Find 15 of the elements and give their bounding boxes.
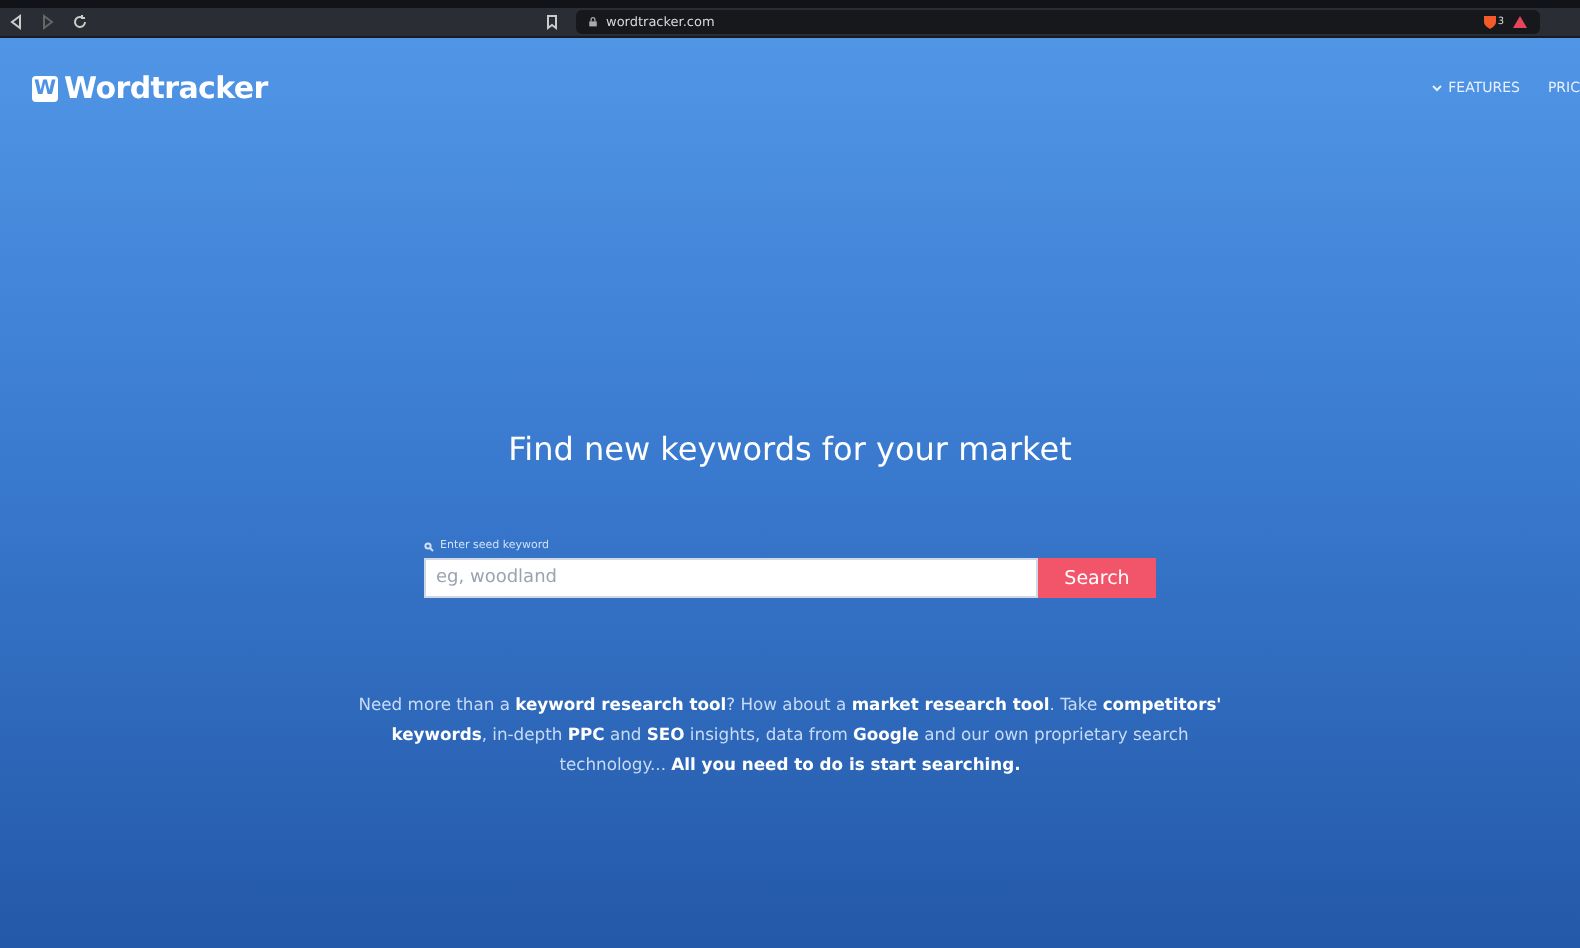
keyword-input[interactable]: eg, woodland bbox=[424, 558, 1038, 598]
shield-icon[interactable] bbox=[1481, 14, 1498, 30]
search-icon bbox=[424, 541, 434, 551]
lock-icon bbox=[588, 16, 598, 28]
forward-icon[interactable] bbox=[40, 14, 56, 30]
reload-icon[interactable] bbox=[72, 14, 88, 30]
hero-title: Find new keywords for your market bbox=[508, 430, 1072, 468]
back-icon[interactable] bbox=[8, 14, 24, 30]
logo-text[interactable]: Wordtracker bbox=[64, 70, 268, 106]
search-button[interactable]: Search bbox=[1038, 558, 1156, 598]
bookmark-icon[interactable] bbox=[544, 14, 560, 30]
chevron-icon bbox=[1432, 84, 1443, 92]
description-text: Need more than a keyword research tool? How about a market research tool. Take competitors' keywords, in-depth PPC and SEO insights, data from Google and our own proprietary search technology... All you need to do is start searching. bbox=[356, 692, 1224, 778]
logo-mark[interactable]: W bbox=[32, 75, 58, 101]
triangle-icon[interactable] bbox=[1512, 14, 1528, 30]
